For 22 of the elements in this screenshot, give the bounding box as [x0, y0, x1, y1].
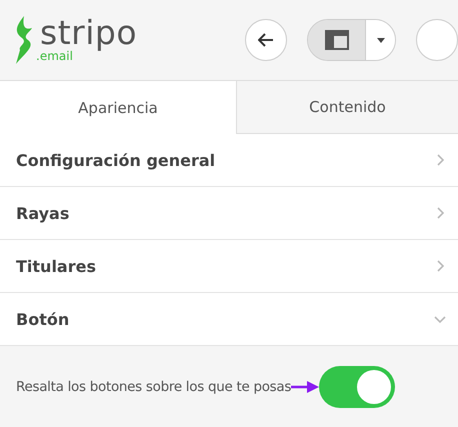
section-header[interactable]: Botón: [0, 293, 458, 346]
caret-icon: [376, 38, 384, 42]
arrow-icon: [291, 380, 320, 392]
section-title: Configuración general: [16, 150, 216, 170]
layout-icon: [324, 30, 348, 50]
dropdown-button[interactable]: [365, 20, 395, 60]
tab[interactable]: Contenido: [236, 81, 458, 134]
section-title: Rayas: [16, 204, 70, 222]
logo-name: stripo: [40, 16, 138, 50]
section-header[interactable]: Titulares: [0, 240, 458, 293]
section-header[interactable]: Rayas: [0, 187, 458, 240]
toggle-switch[interactable]: [319, 366, 396, 408]
layout-button[interactable]: [308, 20, 365, 60]
section-header[interactable]: Configuración general: [0, 134, 458, 187]
back-arrow-icon: [258, 33, 274, 47]
logo-suffix: .email: [36, 50, 73, 62]
setting-label: Resalta los botones sobre los que te posas: [16, 378, 292, 394]
tab[interactable]: Apariencia: [0, 81, 236, 134]
section-title: Botón: [16, 310, 70, 328]
back-button[interactable]: [245, 19, 287, 61]
circle-button[interactable]: [416, 19, 458, 61]
section-title: Titulares: [16, 256, 96, 276]
